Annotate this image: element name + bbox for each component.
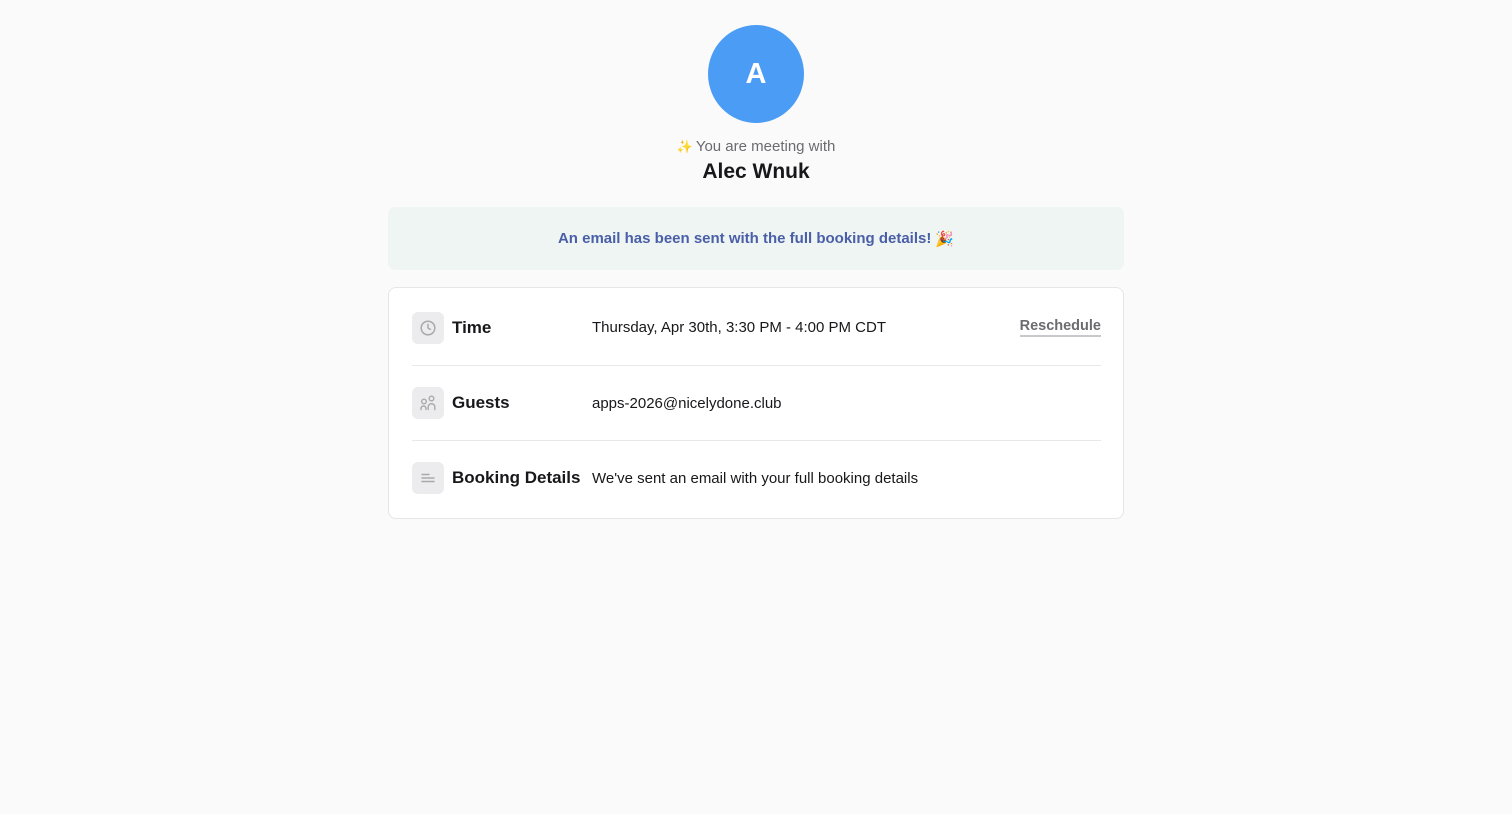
time-label: Time: [452, 317, 492, 337]
text-lines-icon: [412, 462, 444, 494]
clock-icon: [412, 311, 444, 344]
booking-confirmation-page: A ✨ You are meeting with Alec Wnuk An ema…: [0, 0, 1512, 814]
host-name: Alec Wnuk: [702, 160, 810, 183]
guests-label: Guests: [452, 393, 510, 412]
guests-value: apps-2026@nicelydone.club: [592, 394, 782, 412]
booking-details-row: Booking Details We've sent an email with…: [412, 441, 1101, 515]
time-value: Thursday, Apr 30th, 3:30 PM - 4:00 PM CD…: [592, 319, 887, 336]
meeting-with-text: You are meeting with: [695, 138, 836, 155]
avatar-initial: A: [745, 57, 767, 90]
meeting-with-caption: ✨ You are meeting with: [0, 137, 1512, 157]
avatar: A: [708, 25, 804, 123]
booking-details-card: Time Thursday, Apr 30th, 3:30 PM - 4:00 …: [388, 287, 1124, 519]
email-sent-banner: An email has been sent with the full boo…: [388, 207, 1124, 270]
sparkles-icon: ✨: [676, 139, 693, 154]
people-icon: [412, 387, 444, 419]
guests-row: Guests apps-2026@nicelydone.club: [412, 366, 1101, 441]
banner-message: An email has been sent with the full boo…: [557, 230, 932, 247]
booking-details-label: Booking Details: [452, 468, 581, 487]
time-row: Time Thursday, Apr 30th, 3:30 PM - 4:00 …: [412, 290, 1101, 366]
booking-details-value: We've sent an email with your full booki…: [592, 469, 919, 487]
reschedule-link[interactable]: Reschedule: [1019, 318, 1101, 337]
party-popper-icon: 🎉: [935, 230, 955, 248]
